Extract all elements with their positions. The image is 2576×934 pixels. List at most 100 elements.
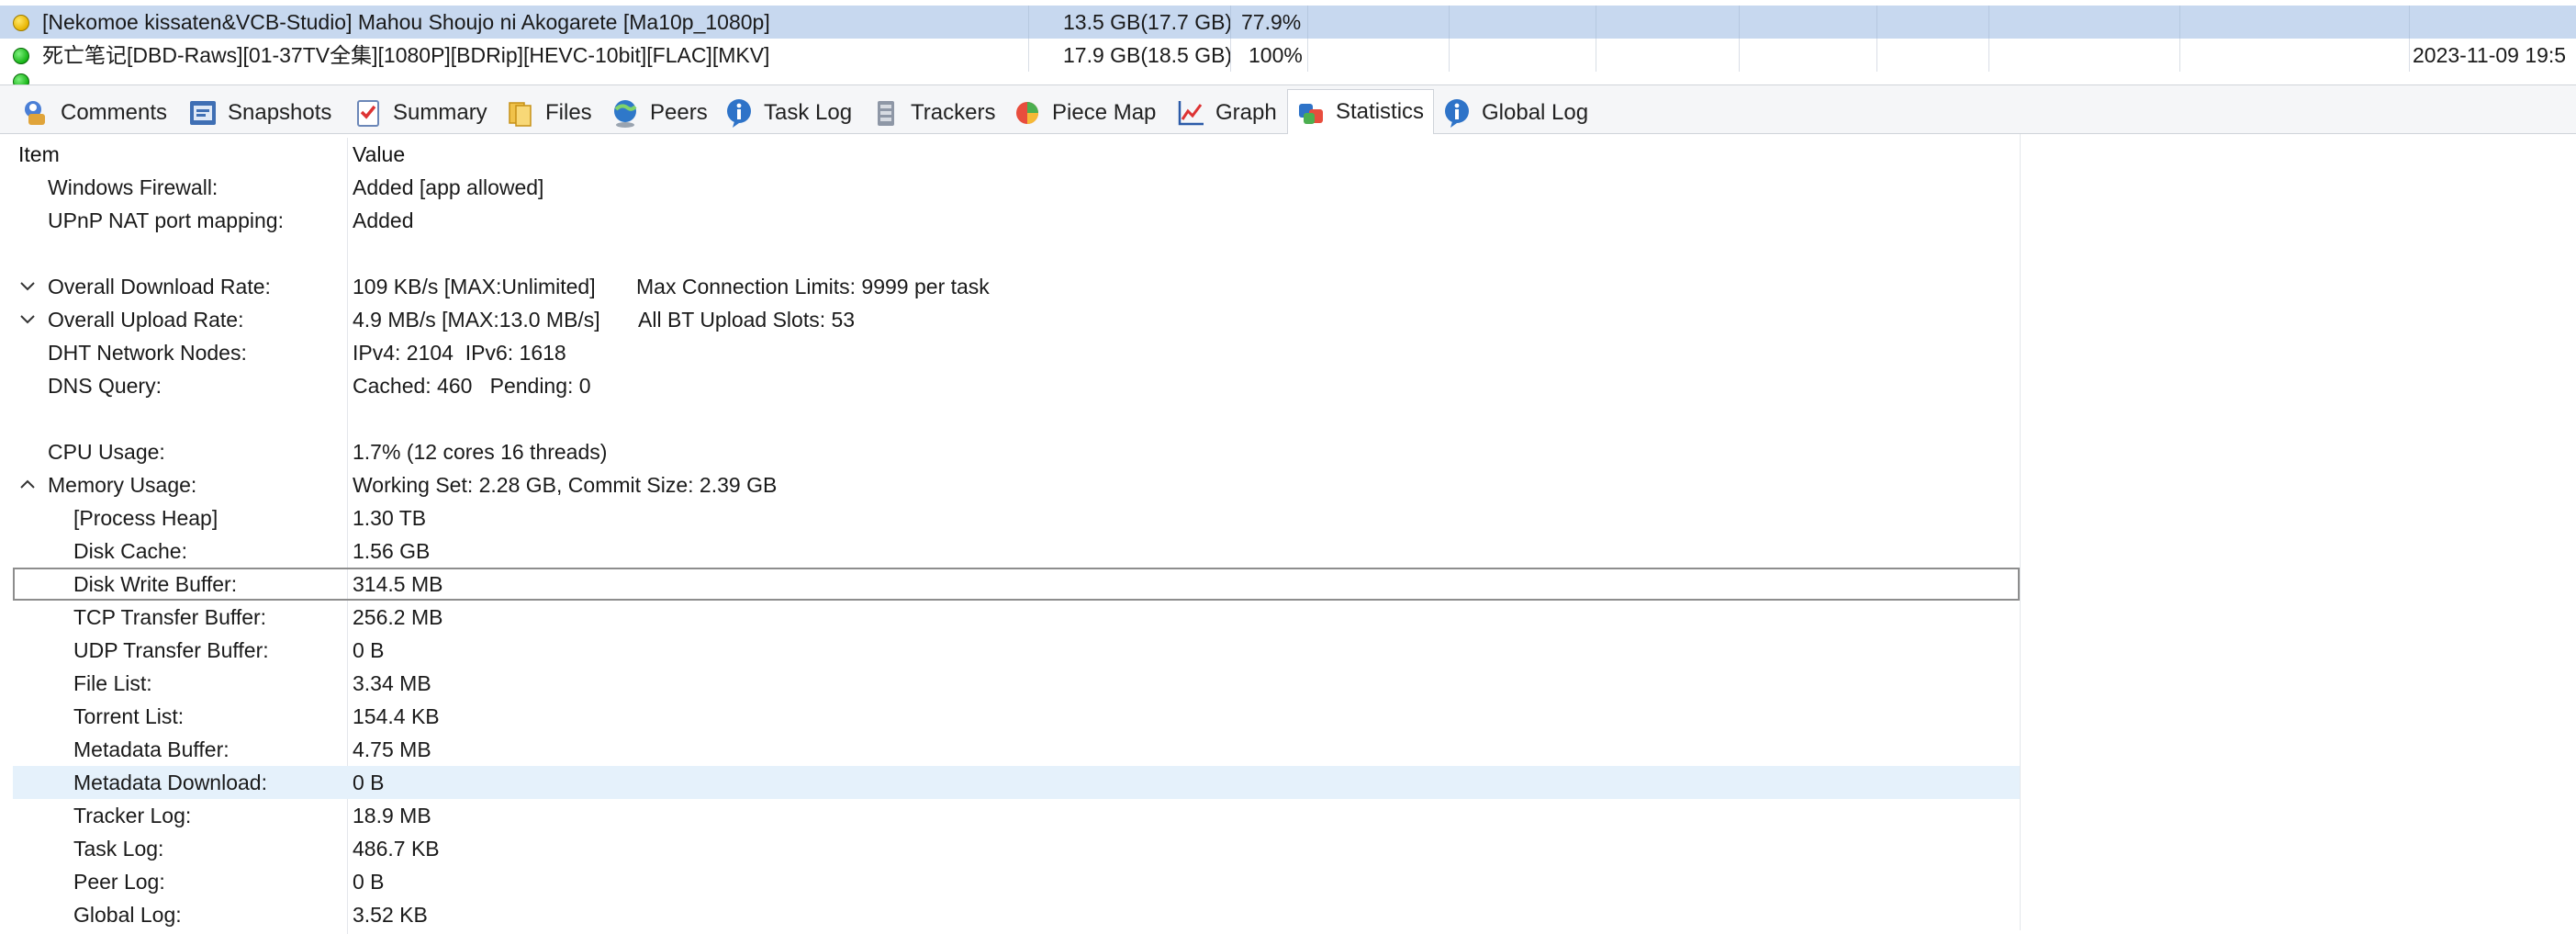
stat-row-process-heap[interactable]: [Process Heap] 1.30 TB xyxy=(13,501,2020,535)
trackers-icon xyxy=(870,97,902,129)
stat-row-spacer xyxy=(13,237,2020,270)
stat-value: IPv4: 2104 IPv6: 1618 xyxy=(353,341,566,365)
stat-value: Added xyxy=(353,208,414,232)
stat-row-upload-rate[interactable]: Overall Upload Rate: 4.9 MB/s [MAX:13.0 … xyxy=(13,303,2020,336)
stat-row-windows-firewall[interactable]: Windows Firewall: Added [app allowed] xyxy=(13,171,2020,204)
stat-label: Disk Cache: xyxy=(73,539,187,563)
tab-graph[interactable]: Graph xyxy=(1168,91,1286,135)
tab-summary[interactable]: Summary xyxy=(345,91,497,135)
tab-piece-map[interactable]: Piece Map xyxy=(1004,91,1165,135)
status-complete-icon xyxy=(13,48,29,64)
task-progress: 100% xyxy=(1249,43,1303,67)
task-row[interactable]: [Nekomoe kissaten&VCB-Studio] Mahou Shou… xyxy=(0,6,2576,39)
statistics-pane: Item Value Windows Firewall: Added [app … xyxy=(0,134,2576,934)
stat-label: TCP Transfer Buffer: xyxy=(73,605,267,629)
stat-label: [Process Heap] xyxy=(73,506,218,530)
column-divider xyxy=(1739,39,1740,72)
stat-value: Added [app allowed] xyxy=(353,175,544,199)
files-icon xyxy=(505,97,536,129)
stat-value: 314.5 MB xyxy=(353,572,443,596)
tab-files[interactable]: Files xyxy=(498,91,601,135)
tab-label: Trackers xyxy=(911,100,996,125)
stat-value: Working Set: 2.28 GB, Commit Size: 2.39 … xyxy=(353,473,778,497)
task-row[interactable]: 死亡笔记[DBD-Raws][01-37TV全集][1080P][BDRip][… xyxy=(0,39,2576,72)
stat-value: 0 B xyxy=(353,771,385,794)
stat-label: DHT Network Nodes: xyxy=(48,341,247,365)
stat-row-tcp-transfer-buffer[interactable]: TCP Transfer Buffer: 256.2 MB xyxy=(13,601,2020,634)
stat-value: 1.56 GB xyxy=(353,539,431,563)
column-divider xyxy=(1028,6,1029,39)
status-paused-icon xyxy=(13,15,29,31)
stat-row-peer-log[interactable]: Peer Log: 0 B xyxy=(13,865,2020,898)
stat-row-disk-write-buffer[interactable]: Disk Write Buffer: 314.5 MB xyxy=(13,568,2020,601)
stat-value: 4.9 MB/s [MAX:13.0 MB/s] xyxy=(353,308,600,332)
stat-row-metadata-download[interactable]: Metadata Download: 0 B xyxy=(13,766,2020,799)
column-divider xyxy=(1876,6,1877,39)
stat-row-global-log[interactable]: Global Log: 3.52 KB xyxy=(13,898,2020,931)
task-size: 13.5 GB(17.7 GB) xyxy=(1063,10,1233,34)
column-header-row: Item Value xyxy=(13,138,2020,171)
stat-label: UDP Transfer Buffer: xyxy=(73,638,269,662)
stat-row-dns-query[interactable]: DNS Query: Cached: 460 Pending: 0 xyxy=(13,369,2020,402)
stat-value: 0 B xyxy=(353,870,385,894)
tab-comments[interactable]: Comments xyxy=(13,91,176,135)
stat-label: Metadata Buffer: xyxy=(73,737,230,761)
column-divider xyxy=(1876,39,1877,72)
stat-row-cpu-usage[interactable]: CPU Usage: 1.7% (12 cores 16 threads) xyxy=(13,435,2020,468)
tab-global-log[interactable]: Global Log xyxy=(1434,91,1597,135)
stat-label: Task Log: xyxy=(73,837,164,861)
stat-row-disk-cache[interactable]: Disk Cache: 1.56 GB xyxy=(13,535,2020,568)
stat-label: Torrent List: xyxy=(73,704,185,728)
detail-tab-bar: Comments Snapshots Summary Files Peers T… xyxy=(0,84,2576,135)
stat-extra: Max Connection Limits: 9999 per task xyxy=(636,275,990,298)
stat-value: 18.9 MB xyxy=(353,804,431,827)
stat-row-memory-usage[interactable]: Memory Usage: Working Set: 2.28 GB, Comm… xyxy=(13,468,2020,501)
stat-value: 3.52 KB xyxy=(353,903,428,927)
tab-statistics[interactable]: Statistics xyxy=(1287,89,1435,135)
column-divider xyxy=(2179,39,2180,72)
stat-row-download-rate[interactable]: Overall Download Rate: 109 KB/s [MAX:Unl… xyxy=(13,270,2020,303)
task-row[interactable] xyxy=(0,73,2576,84)
stat-value: 256.2 MB xyxy=(353,605,443,629)
stat-value: 4.75 MB xyxy=(353,737,431,761)
tab-snapshots[interactable]: Snapshots xyxy=(180,91,341,135)
stat-value: 1.7% (12 cores 16 threads) xyxy=(353,440,608,464)
comments-icon xyxy=(20,97,51,129)
stat-label: Overall Upload Rate: xyxy=(48,308,244,332)
tab-peers[interactable]: Peers xyxy=(602,91,717,135)
stat-label: CPU Usage: xyxy=(48,440,165,464)
stat-row-dht-nodes[interactable]: DHT Network Nodes: IPv4: 2104 IPv6: 1618 xyxy=(13,336,2020,369)
tab-label: Statistics xyxy=(1336,99,1425,124)
task-list[interactable]: [Nekomoe kissaten&VCB-Studio] Mahou Shou… xyxy=(0,0,2576,84)
stat-row-task-log[interactable]: Task Log: 486.7 KB xyxy=(13,832,2020,865)
tab-trackers[interactable]: Trackers xyxy=(863,91,1004,135)
statistics-grid[interactable]: Item Value Windows Firewall: Added [app … xyxy=(13,134,2021,934)
stat-label: Tracker Log: xyxy=(73,804,192,827)
column-divider xyxy=(2020,134,2021,930)
stat-label: Global Log: xyxy=(73,903,182,927)
column-header-value[interactable]: Value xyxy=(353,138,405,171)
stat-value: 3.34 MB xyxy=(353,671,431,695)
stat-row-file-list[interactable]: File List: 3.34 MB xyxy=(13,667,2020,700)
stat-label: Metadata Download: xyxy=(73,771,267,794)
stat-row-udp-transfer-buffer[interactable]: UDP Transfer Buffer: 0 B xyxy=(13,634,2020,667)
stat-row-tracker-log[interactable]: Tracker Log: 18.9 MB xyxy=(13,799,2020,832)
tab-task-log[interactable]: Task Log xyxy=(716,91,861,135)
stat-row-upnp[interactable]: UPnP NAT port mapping: Added xyxy=(13,204,2020,237)
stat-row-torrent-list[interactable]: Torrent List: 154.4 KB xyxy=(13,700,2020,733)
column-divider xyxy=(1028,39,1029,72)
info-icon xyxy=(1441,97,1473,129)
stat-extra: All BT Upload Slots: 53 xyxy=(638,308,856,332)
column-divider xyxy=(1307,39,1308,72)
stat-row-metadata-buffer[interactable]: Metadata Buffer: 4.75 MB xyxy=(13,733,2020,766)
column-divider xyxy=(1230,39,1231,72)
stat-row-spacer xyxy=(13,402,2020,435)
tab-label: Summary xyxy=(393,100,487,125)
column-divider xyxy=(1988,6,1989,39)
tab-label: Snapshots xyxy=(228,100,332,125)
piece-map-icon xyxy=(1012,97,1043,129)
stat-value: 109 KB/s [MAX:Unlimited] xyxy=(353,275,596,298)
stat-label: Windows Firewall: xyxy=(48,175,218,199)
tab-label: Comments xyxy=(61,100,168,125)
column-header-item[interactable]: Item xyxy=(18,138,60,171)
